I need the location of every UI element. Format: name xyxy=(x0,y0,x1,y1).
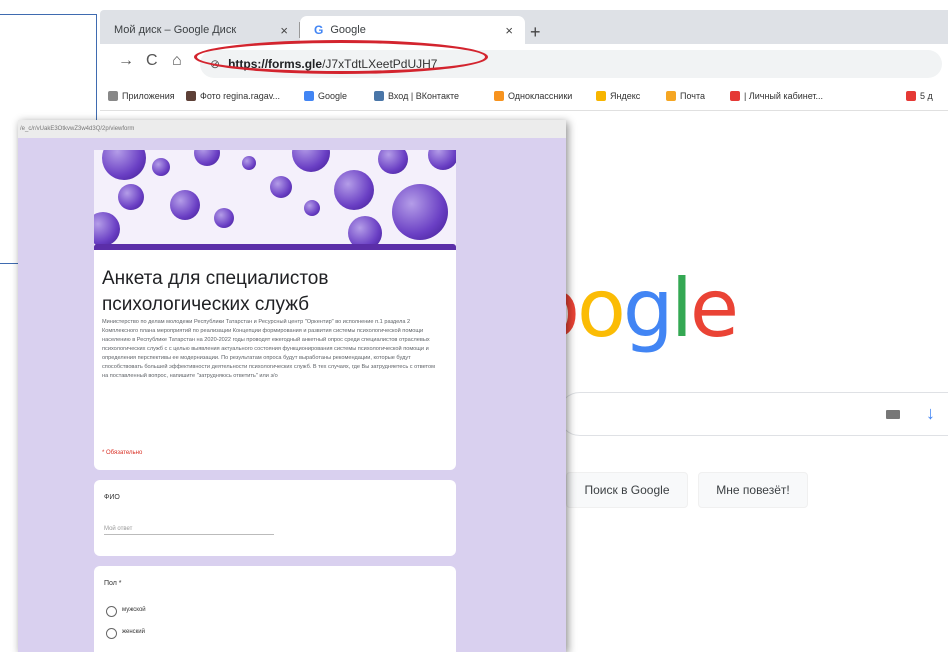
url-highlight-oval xyxy=(194,40,488,74)
bubble-image xyxy=(428,150,456,170)
google-search-button[interactable]: Поиск в Google xyxy=(566,472,688,508)
form-header-banner xyxy=(94,150,456,246)
radio-label: женский xyxy=(122,629,145,635)
mail-icon xyxy=(666,91,676,101)
bookmark-icon xyxy=(906,91,916,101)
microphone-icon[interactable]: ↓ xyxy=(926,403,935,424)
yandex-icon xyxy=(596,91,606,101)
keyboard-icon[interactable] xyxy=(886,410,900,419)
forward-arrow-icon[interactable]: → xyxy=(118,52,134,70)
required-note: * Обязательно xyxy=(102,450,143,456)
radio-male[interactable] xyxy=(106,606,117,617)
bubble-image xyxy=(170,190,200,220)
bookmark-cabinet[interactable]: | Личный кабинет... xyxy=(730,91,823,101)
reload-icon[interactable]: C xyxy=(146,52,158,70)
bubble-image xyxy=(304,200,320,216)
close-icon[interactable]: × xyxy=(505,23,513,38)
bubble-image xyxy=(292,150,330,172)
google-icon xyxy=(304,91,314,101)
form-url: /e_c/r/vUakE3OtkvwZ3w4d3Q/2p/viewform xyxy=(18,120,566,138)
bubble-image xyxy=(152,158,170,176)
form-title: Анкета для специалистов психологических … xyxy=(102,268,329,315)
bubble-image xyxy=(242,156,256,170)
bookmark-5d[interactable]: 5 д xyxy=(906,91,933,101)
bubble-image xyxy=(334,170,374,210)
tab-google-drive[interactable]: Мой диск – Google Диск × xyxy=(100,16,300,44)
bookmark-vk[interactable]: Вход | ВКонтакте xyxy=(374,91,459,101)
bookmark-google[interactable]: Google xyxy=(304,91,347,101)
bookmark-photo[interactable]: Фото regina.ragav... xyxy=(186,91,280,101)
question-card-gender: Пол * мужской женский xyxy=(94,566,456,652)
browser-toolbar: → C ⌂ ⊘ https://forms.gle /J7xTdtLXeetPd… xyxy=(100,40,948,84)
tab-label: Мой диск – Google Диск xyxy=(114,24,237,36)
vk-icon xyxy=(374,91,384,101)
bubble-image xyxy=(102,150,146,180)
tab-label: Google xyxy=(330,24,366,36)
bookmarks-bar: Приложения Фото regina.ragav... Google В… xyxy=(100,84,948,111)
radio-label: мужской xyxy=(122,607,146,613)
bookmark-apps[interactable]: Приложения xyxy=(108,91,175,101)
cabinet-icon xyxy=(730,91,740,101)
question-label: Пол * xyxy=(104,580,122,587)
form-header-card: Анкета для специалистов психологических … xyxy=(94,250,456,470)
apps-icon xyxy=(108,91,118,101)
question-label: ФИО xyxy=(104,494,120,501)
radio-female[interactable] xyxy=(106,628,117,639)
bubble-image xyxy=(94,212,120,246)
odnoklassniki-icon xyxy=(494,91,504,101)
form-description: Министерство по делам молодежи Республик… xyxy=(102,319,435,379)
question-card-fio: ФИО Мой ответ xyxy=(94,480,456,556)
bubble-image xyxy=(392,184,448,240)
form-screenshot-overlay: /e_c/r/vUakE3OtkvwZ3w4d3Q/2p/viewform Ан… xyxy=(18,120,566,652)
new-tab-button[interactable]: + xyxy=(530,22,541,43)
bubble-image xyxy=(118,184,144,210)
bubble-image xyxy=(214,208,234,228)
fio-answer-input[interactable]: Мой ответ xyxy=(104,526,274,535)
bubble-image xyxy=(194,150,220,166)
google-favicon-icon: G xyxy=(314,23,324,37)
home-icon[interactable]: ⌂ xyxy=(172,52,182,70)
close-icon[interactable]: × xyxy=(280,23,288,38)
bubble-image xyxy=(270,176,292,198)
bookmark-ok[interactable]: Одноклассники xyxy=(494,91,572,101)
bookmark-mail[interactable]: Почта xyxy=(666,91,705,101)
bubble-image xyxy=(378,150,408,174)
photo-icon xyxy=(186,91,196,101)
feeling-lucky-button[interactable]: Мне повезёт! xyxy=(698,472,808,508)
bookmark-yandex[interactable]: Яндекс xyxy=(596,91,640,101)
tab-strip: Мой диск – Google Диск × G Google × + xyxy=(100,10,948,44)
bubble-image xyxy=(348,216,382,246)
